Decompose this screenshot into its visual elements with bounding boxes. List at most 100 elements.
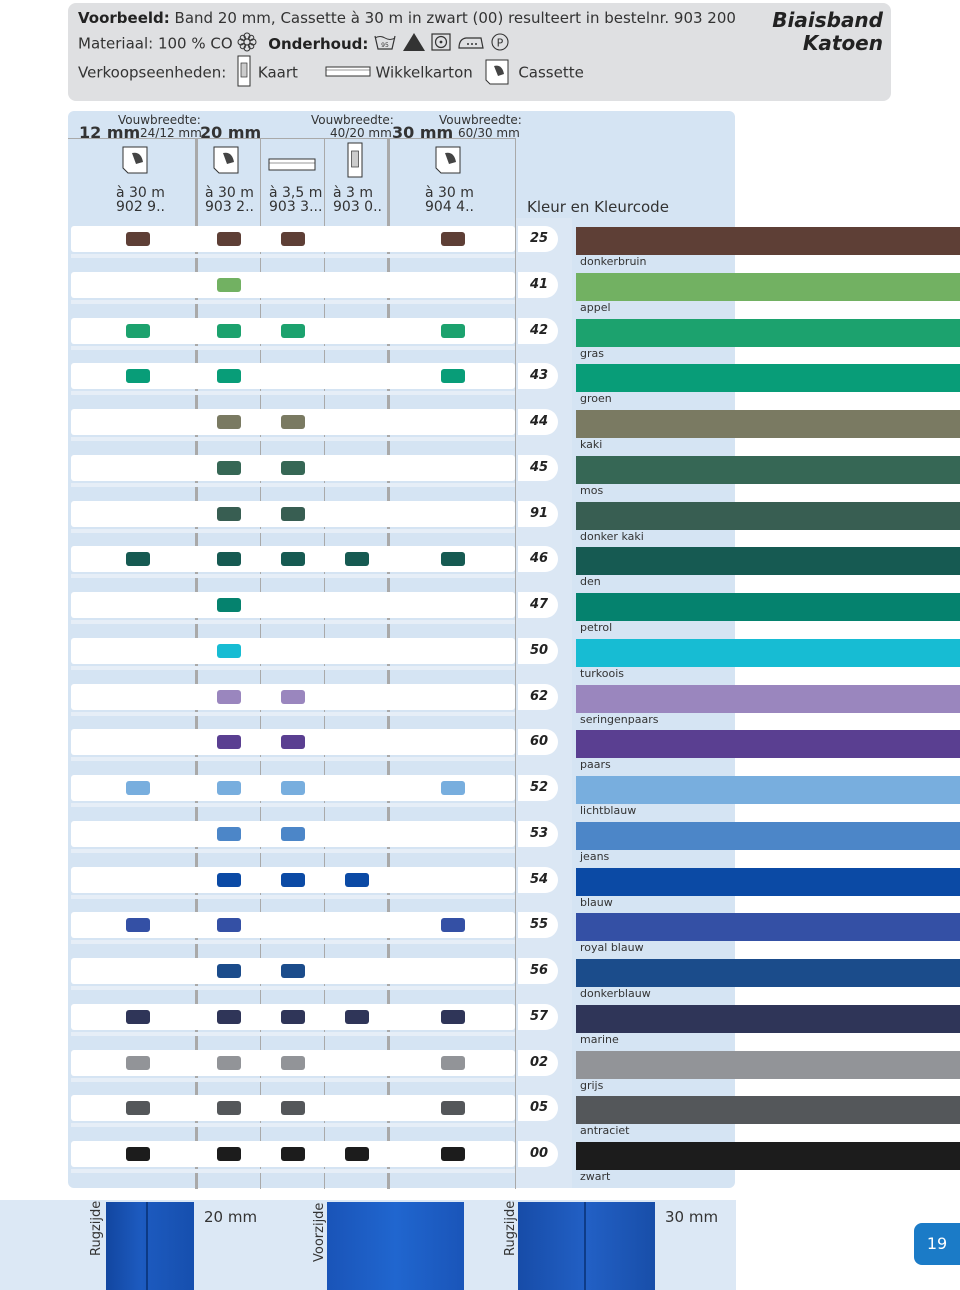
size-20mm: 20 mm	[204, 1208, 258, 1226]
color-name: kaki	[580, 438, 603, 451]
color-swatch	[126, 369, 150, 383]
color-name: groen	[580, 392, 612, 405]
color-bar	[576, 227, 960, 255]
color-swatch	[217, 873, 241, 887]
color-code: 91	[518, 501, 558, 527]
fabric-20mm-front	[327, 1202, 464, 1290]
color-swatch	[217, 552, 241, 566]
width-label-20: Vouwbreedte:	[311, 113, 394, 127]
color-swatch	[217, 735, 241, 749]
row-stripe	[71, 346, 515, 350]
color-swatch	[281, 1056, 305, 1070]
color-bar	[576, 456, 960, 484]
color-swatch	[217, 644, 241, 658]
color-swatch	[126, 324, 150, 338]
color-swatch	[126, 781, 150, 795]
color-swatch	[281, 1010, 305, 1024]
color-name: donkerblauw	[580, 987, 651, 1000]
color-name: lichtblauw	[580, 804, 637, 817]
color-name: appel	[580, 301, 611, 314]
wrap-board-icon	[268, 156, 316, 176]
color-swatch	[217, 1147, 241, 1161]
row-stripe	[71, 1123, 515, 1127]
color-swatch	[126, 232, 150, 246]
color-swatch	[217, 1010, 241, 1024]
item-col-5: à 30 m 904 4..	[425, 186, 474, 214]
color-swatch	[217, 690, 241, 704]
color-code: 42	[518, 318, 558, 344]
item-col-1: à 30 m 902 9..	[116, 186, 165, 214]
color-swatch	[441, 232, 465, 246]
color-swatch	[126, 1056, 150, 1070]
svg-text:P: P	[497, 37, 504, 50]
color-swatch	[217, 507, 241, 521]
header-box: Voorbeeld: Band 20 mm, Cassette à 30 m i…	[68, 3, 891, 101]
color-name: seringenpaars	[580, 713, 659, 726]
color-swatch	[281, 507, 305, 521]
color-name: den	[580, 575, 601, 588]
color-bar	[576, 410, 960, 438]
color-swatch	[281, 964, 305, 978]
color-name: blauw	[580, 896, 613, 909]
color-code: 05	[518, 1095, 558, 1121]
color-swatch	[217, 415, 241, 429]
color-swatch	[281, 415, 305, 429]
color-name: mos	[580, 484, 604, 497]
color-bar	[576, 1142, 960, 1170]
color-swatch	[345, 873, 369, 887]
color-swatch	[217, 278, 241, 292]
color-swatch	[441, 324, 465, 338]
sales-unit-cassette: Cassette	[518, 63, 584, 82]
color-swatch	[217, 324, 241, 338]
example-text: Band 20 mm, Cassette à 30 m in zwart (00…	[174, 9, 736, 27]
color-code: 43	[518, 363, 558, 389]
color-swatch	[441, 1010, 465, 1024]
color-swatch	[441, 1101, 465, 1115]
color-code: 62	[518, 684, 558, 710]
color-name: royal blauw	[580, 941, 644, 954]
color-swatch	[281, 232, 305, 246]
color-code: 25	[518, 226, 558, 252]
cotton-flower-icon	[237, 32, 257, 56]
color-swatch	[345, 552, 369, 566]
color-code: 47	[518, 592, 558, 618]
color-swatch	[217, 827, 241, 841]
color-swatch	[281, 1147, 305, 1161]
color-bar	[576, 730, 960, 758]
color-swatch	[217, 781, 241, 795]
back-side-label: Rugzijde	[89, 1200, 104, 1256]
color-swatch	[217, 232, 241, 246]
color-swatch	[126, 918, 150, 932]
table-row	[71, 592, 515, 618]
color-name: gras	[580, 347, 604, 360]
row-stripe	[71, 529, 515, 533]
color-swatch	[126, 1101, 150, 1115]
color-bar	[576, 502, 960, 530]
color-bar	[576, 685, 960, 713]
color-code: 55	[518, 912, 558, 938]
color-swatch	[281, 690, 305, 704]
color-swatch	[441, 369, 465, 383]
width-20mm: 20 mm	[200, 123, 262, 142]
row-stripe	[71, 300, 515, 304]
row-stripe	[71, 391, 515, 395]
card-icon	[235, 55, 253, 91]
care-label: Onderhoud:	[268, 34, 369, 53]
color-swatch	[126, 1147, 150, 1161]
color-swatch	[281, 461, 305, 475]
color-swatch	[441, 781, 465, 795]
color-swatch	[217, 369, 241, 383]
color-swatch	[281, 552, 305, 566]
color-bar	[576, 593, 960, 621]
color-swatch	[441, 552, 465, 566]
row-stripe	[71, 1032, 515, 1036]
color-code: 57	[518, 1004, 558, 1030]
item-code: 902 9..	[116, 199, 165, 215]
color-code: 56	[518, 958, 558, 984]
color-swatch	[281, 781, 305, 795]
color-bar	[576, 1051, 960, 1079]
color-name: jeans	[580, 850, 610, 863]
color-code: 60	[518, 729, 558, 755]
color-bar	[576, 776, 960, 804]
example-label: Voorbeeld:	[78, 9, 170, 27]
